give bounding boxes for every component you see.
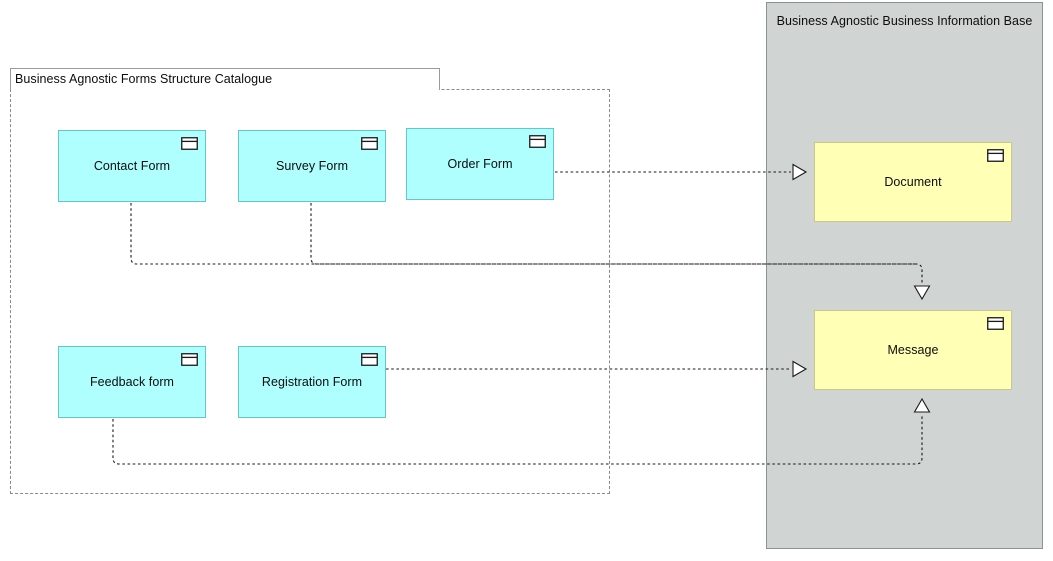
grouping-panel-business-information-base[interactable]: Business Agnostic Business Information B… (766, 2, 1043, 549)
group-label: Business Agnostic Forms Structure Catalo… (15, 72, 273, 86)
business-object-icon (181, 137, 198, 150)
node-message[interactable]: Message (814, 310, 1012, 390)
business-object-icon (181, 353, 198, 366)
business-object-icon (361, 137, 378, 150)
node-label: Survey Form (275, 159, 349, 173)
node-label: Feedback form (89, 375, 175, 389)
node-label: Contact Form (93, 159, 171, 173)
node-contact-form[interactable]: Contact Form (58, 130, 206, 202)
business-object-icon (987, 317, 1004, 330)
business-object-icon (361, 353, 378, 366)
business-object-icon (987, 149, 1004, 162)
business-object-icon (361, 137, 378, 150)
business-object-icon (529, 135, 546, 148)
node-survey-form[interactable]: Survey Form (238, 130, 386, 202)
grouping-panel-label: Business Agnostic Business Information B… (776, 14, 1033, 28)
node-feedback-form[interactable]: Feedback form (58, 346, 206, 418)
node-order-form[interactable]: Order Form (406, 128, 554, 200)
business-object-icon (987, 149, 1004, 162)
business-object-icon (987, 317, 1004, 330)
node-document[interactable]: Document (814, 142, 1012, 222)
node-label: Order Form (447, 157, 513, 171)
node-label: Document (884, 175, 942, 189)
business-object-icon (361, 353, 378, 366)
node-registration-form[interactable]: Registration Form (238, 346, 386, 418)
business-object-icon (181, 137, 198, 150)
node-label: Message (887, 343, 939, 357)
business-object-icon (181, 353, 198, 366)
node-label: Registration Form (261, 375, 363, 389)
business-object-icon (529, 135, 546, 148)
diagram-canvas: Business Agnostic Business Information B… (0, 0, 1053, 561)
